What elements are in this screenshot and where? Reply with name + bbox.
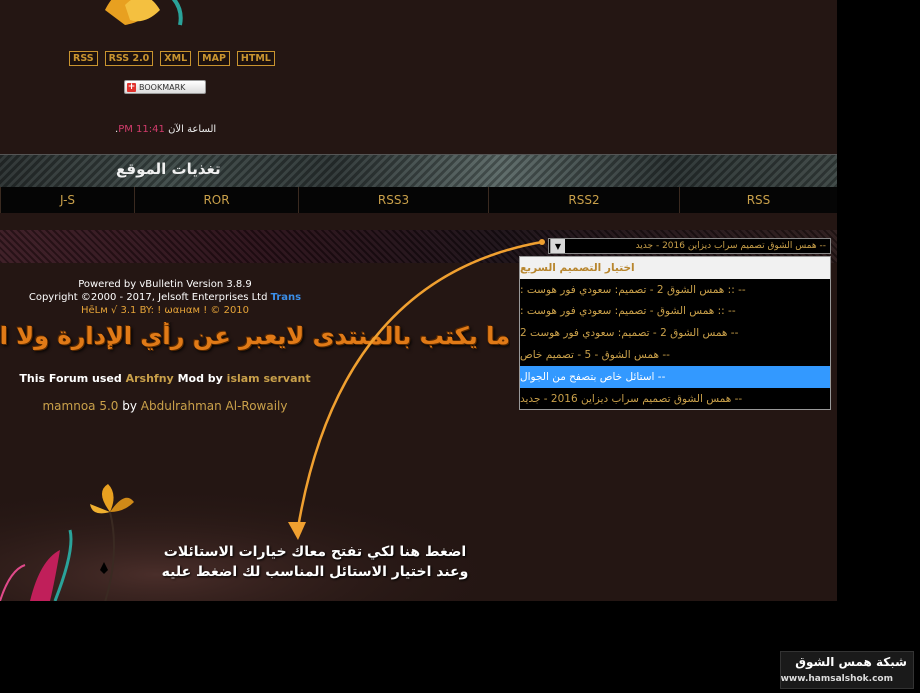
time-value: 11:41 PM [118, 124, 165, 135]
watermark-url: www.hamsalshok.com [780, 674, 893, 684]
forum-footer-page: RSS RSS 2.0 XML MAP HTML + BOOKMARK السا… [0, 0, 837, 601]
hint-line-2: وعند اختيار الاستائل المناسب لك اضغط علي… [161, 564, 469, 580]
mamnoa-author-link[interactable]: Abdulrahman Al-Rowaily [141, 399, 288, 413]
map-badge[interactable]: MAP [198, 51, 230, 66]
xml-badge[interactable]: XML [160, 51, 192, 66]
style-option[interactable]: -- همس الشوق 2 - تصميم: سعودي فور هوست 2 [520, 322, 830, 344]
rss-badge[interactable]: RSS [69, 51, 98, 66]
watermark-title: شبكة همس الشوق [795, 655, 907, 669]
mamnoa-product: mamnoa 5.0 [42, 399, 119, 413]
bookmark-label: BOOKMARK [139, 82, 186, 92]
copyright-text: Copyright ©2000 - 2017, Jelsoft Enterpri… [28, 292, 268, 303]
bookmark-button[interactable]: + BOOKMARK [124, 80, 206, 94]
style-option-highlighted[interactable]: -- استائل خاص بتصفح من الجوال [520, 365, 830, 388]
pointer-arrow [288, 239, 545, 540]
plus-icon: + [127, 81, 136, 92]
style-dropdown-list: اختيار التصميم السريع -- :: همس الشوق 2 … [519, 256, 831, 410]
right-black-band [837, 28, 920, 601]
forum-used-prefix: This Forum used [19, 372, 122, 385]
style-option[interactable]: -- :: همس الشوق 2 - تصميم: سعودي فور هوس… [520, 279, 830, 301]
feed-link-rss2[interactable]: RSS2 [488, 187, 679, 213]
style-option[interactable]: -- همس الشوق تصميم سراب ديزاين 2016 - جد… [520, 388, 830, 410]
current-time: الساعة الآن 11:41 PM. [115, 124, 216, 135]
arshfny-link[interactable]: Arshfny [126, 372, 174, 385]
style-option[interactable]: -- همس الشوق - 5 - تصميم خاص [520, 344, 830, 366]
feed-badges: RSS RSS 2.0 XML MAP HTML [69, 51, 275, 66]
time-label: الساعة الآن [168, 124, 217, 135]
site-watermark: شبكة همس الشوق www.hamsalshok.com [780, 651, 914, 689]
feed-link-js[interactable]: J-S [0, 187, 134, 213]
forum-used-mid: Mod by [177, 372, 223, 385]
feed-link-ror[interactable]: ROR [134, 187, 298, 213]
style-hint: اضغط هنا لكي تفتح معاك خيارات الاستائلات… [150, 542, 480, 582]
rss2-badge[interactable]: RSS 2.0 [104, 51, 154, 66]
hint-line-1: اضغط هنا لكي تفتح معاك خيارات الاستائلات [163, 544, 467, 560]
html-badge[interactable]: HTML [236, 51, 275, 66]
feeds-title: تغذيات الموقع [116, 160, 221, 178]
flower-decoration [105, 0, 183, 26]
feeds-banner: تغذيات الموقع [0, 154, 837, 187]
style-select[interactable]: ▼ -- همس الشوق تصميم سراب ديزاين 2016 - … [548, 238, 831, 254]
feeds-links-row: J-S ROR RSS3 RSS2 RSS [0, 187, 837, 213]
style-select-value: -- همس الشوق تصميم سراب ديزاين 2016 - جد… [635, 241, 826, 251]
mamnoa-by: by [122, 399, 137, 413]
dropdown-header: اختيار التصميم السريع [520, 257, 830, 279]
style-option[interactable]: -- :: همس الشوق - تصميم: سعودي فور هوست … [520, 301, 830, 323]
feed-link-rss[interactable]: RSS [679, 187, 837, 213]
feed-link-rss3[interactable]: RSS3 [298, 187, 488, 213]
